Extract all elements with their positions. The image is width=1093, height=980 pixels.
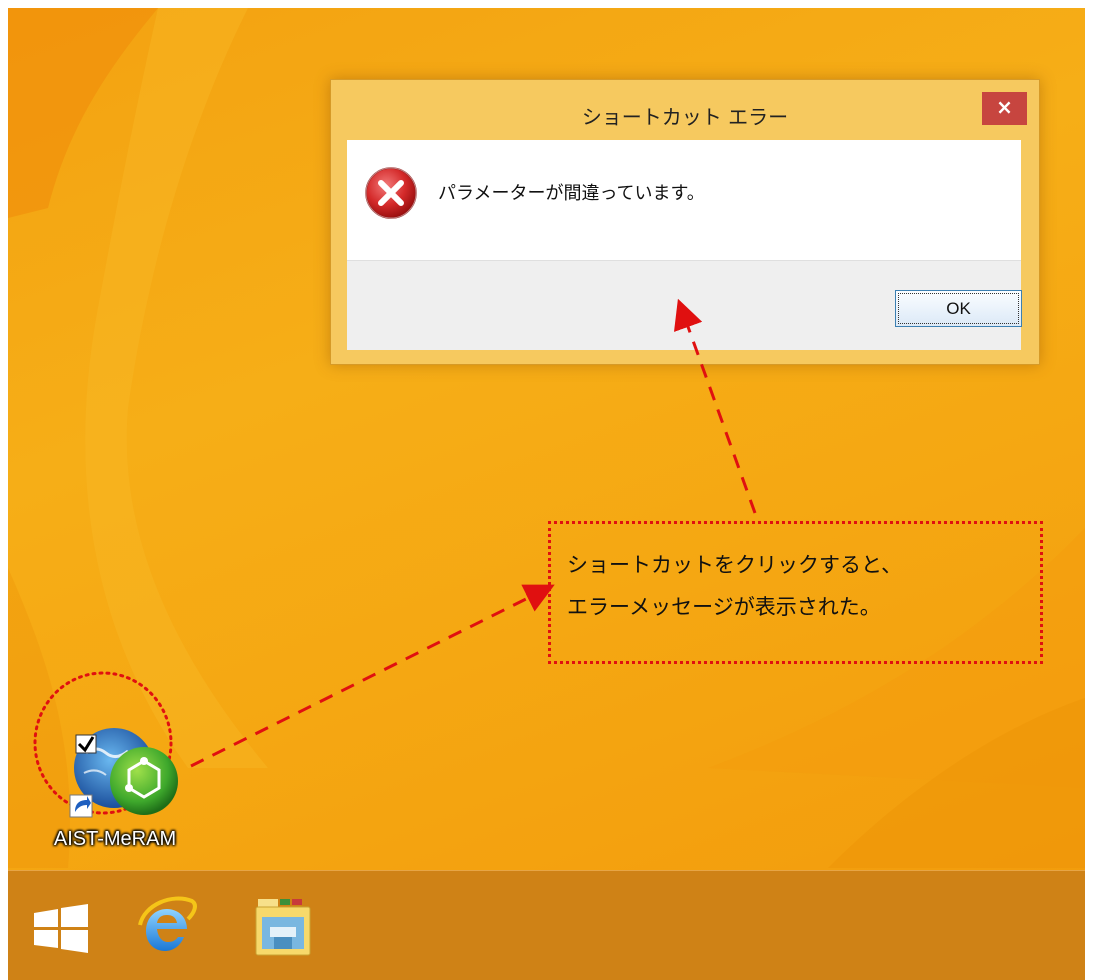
error-message: パラメーターが間違っています。 xyxy=(438,183,705,204)
file-explorer-icon xyxy=(255,899,311,956)
annotation-line-2: エラーメッセージが表示された。 xyxy=(567,595,881,619)
internet-explorer-button[interactable] xyxy=(132,885,202,965)
desktop: ショートカット エラー × パラメーターが間違っています。 OK ショートカット… xyxy=(8,8,1085,980)
error-icon xyxy=(365,167,417,219)
error-dialog: ショートカット エラー × パラメーターが間違っています。 OK xyxy=(330,79,1040,365)
ok-button[interactable]: OK xyxy=(895,290,1022,327)
annotation-line-1: ショートカットをクリックすると、 xyxy=(567,553,903,577)
dialog-body: パラメーターが間違っています。 xyxy=(347,140,1021,260)
aist-meram-icon xyxy=(69,728,178,818)
dialog-titlebar[interactable]: ショートカット エラー × xyxy=(331,80,1039,140)
dialog-footer: OK xyxy=(347,260,1022,350)
close-button[interactable]: × xyxy=(982,92,1027,125)
internet-explorer-icon xyxy=(138,896,197,951)
taskbar xyxy=(8,870,1085,980)
annotation-callout: ショートカットをクリックすると、 エラーメッセージが表示された。 xyxy=(548,521,1043,664)
file-explorer-button[interactable] xyxy=(248,885,318,965)
shortcut-label: AIST-MeRAM xyxy=(53,828,177,850)
aist-meram-shortcut[interactable]: AIST-MeRAM xyxy=(30,713,200,858)
dialog-title: ショートカット エラー xyxy=(581,105,789,129)
windows-logo-icon xyxy=(34,904,88,953)
start-button[interactable] xyxy=(26,885,96,965)
